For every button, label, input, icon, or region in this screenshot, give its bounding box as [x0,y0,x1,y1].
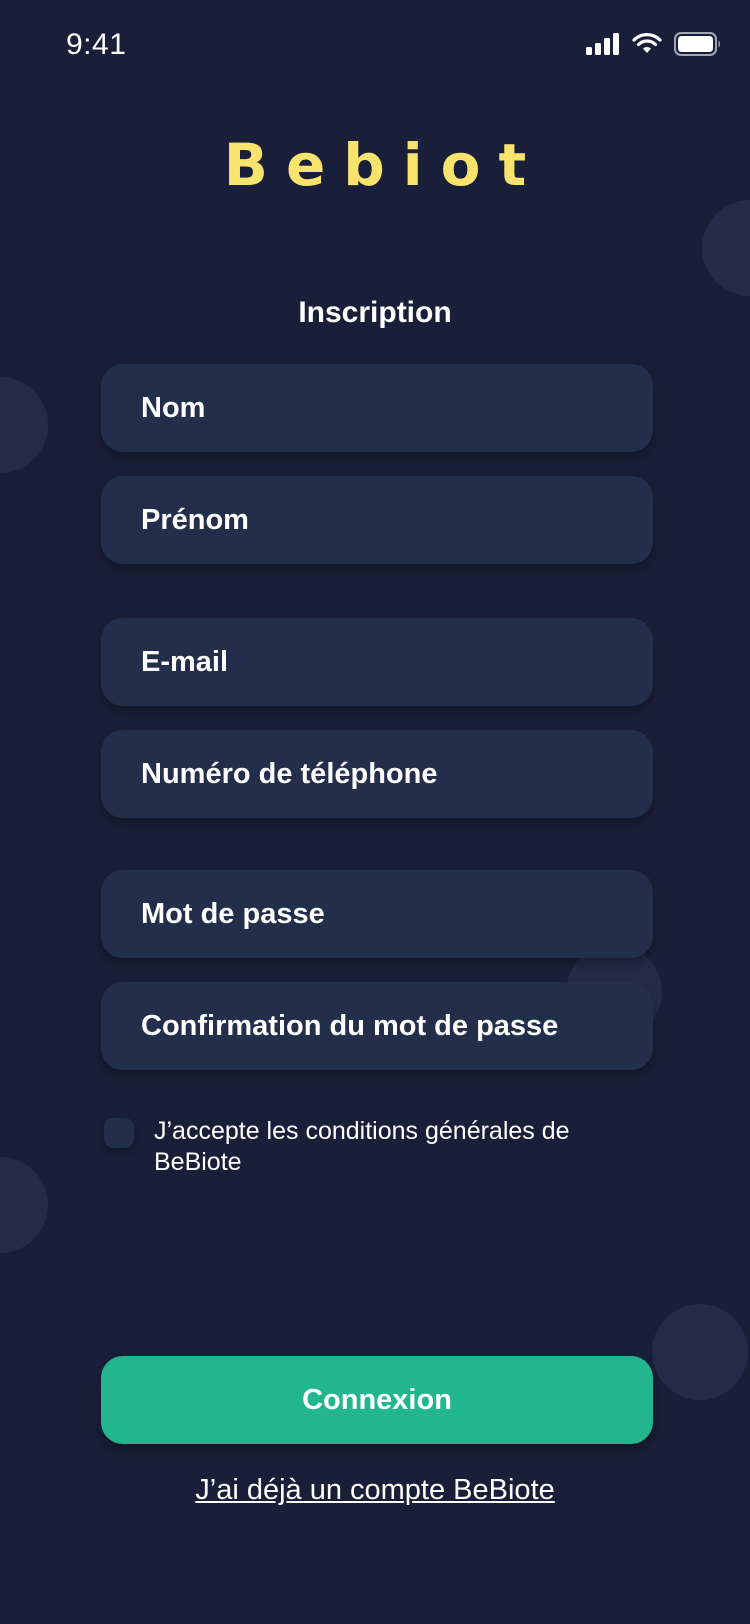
last-name-field-container [101,364,653,452]
existing-account-link[interactable]: J’ai déjà un compte BeBiote [0,1474,750,1507]
password-input[interactable] [101,870,653,958]
decorative-circle [0,1157,48,1253]
decorative-circle [702,200,750,296]
connexion-button[interactable]: Connexion [101,1356,653,1444]
password-confirm-field-container [101,982,653,1070]
password-field-container [101,870,653,958]
last-name-input[interactable] [101,364,653,452]
status-time: 9:41 [66,28,127,61]
page-title: Inscription [298,296,452,329]
decorative-circle [0,377,48,473]
battery-icon [674,32,722,61]
terms-checkbox[interactable] [104,1118,134,1148]
password-confirm-input[interactable] [101,982,653,1070]
first-name-input[interactable] [101,476,653,564]
email-field-container [101,618,653,706]
terms-label: J’accepte les conditions générales de Be… [154,1117,570,1176]
phone-input[interactable] [101,730,653,818]
terms-row: J’accepte les conditions générales de Be… [104,1116,574,1178]
app-logo: Bebiot [223,131,545,199]
phone-field-container [101,730,653,818]
cellular-signal-icon [586,33,620,60]
decorative-circle [652,1304,748,1400]
signup-screen: 9:41 Bebiot Inscription Nom Prénom E-mai… [0,0,750,1624]
wifi-icon [632,33,662,60]
email-input[interactable] [101,618,653,706]
status-icons [586,32,722,61]
first-name-field-container [101,476,653,564]
